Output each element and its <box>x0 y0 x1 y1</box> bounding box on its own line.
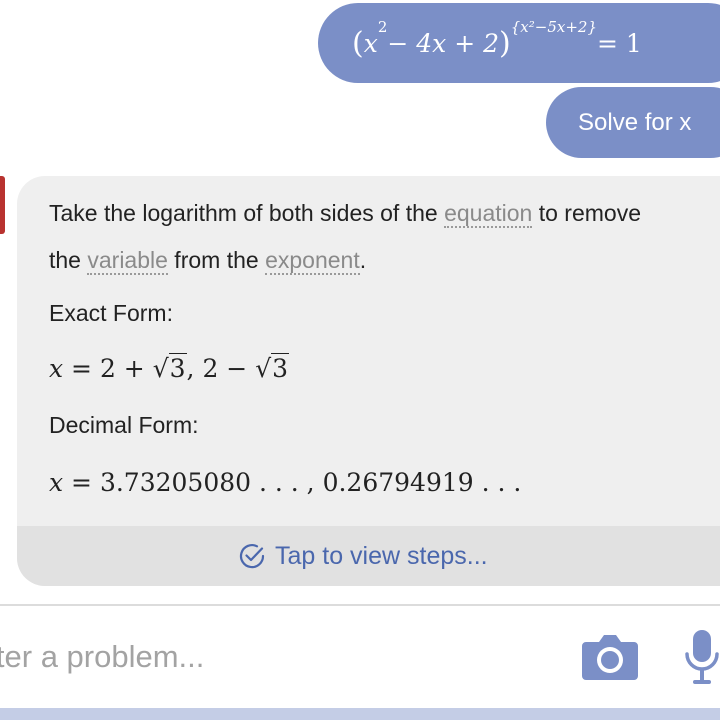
view-steps-button[interactable]: Tap to view steps... <box>237 541 488 571</box>
view-steps-label: Tap to view steps... <box>275 541 488 570</box>
equation-power: 2 <box>377 18 388 36</box>
user-equation-bubble[interactable]: ( x 2 − 4x + 2 ) {x²−5x+2} = 1 <box>318 3 720 83</box>
microphone-icon[interactable] <box>684 630 720 686</box>
equation-rest: − 4x + 2 <box>387 28 500 58</box>
term-equation-link[interactable]: equation <box>444 200 533 228</box>
equation-var: x <box>363 28 378 58</box>
decimal-form-result: x = 3.73205080 . . . , 0.26794919 . . . <box>49 468 521 497</box>
decimal-value: = 3.73205080 . . . , 0.26794919 . . . <box>63 468 522 497</box>
radicand-2: 3 <box>271 353 290 383</box>
radicand-1: 3 <box>168 353 187 383</box>
camera-icon[interactable] <box>582 632 638 680</box>
exact-var: x <box>49 354 64 383</box>
exact-sep: , 2 − <box>186 354 256 383</box>
check-circle-icon <box>239 544 265 569</box>
solve-request-text: Solve for x <box>578 108 692 136</box>
explanation-part: . <box>359 247 367 273</box>
sqrt-term-2: √3 <box>255 353 290 383</box>
solve-request-bubble[interactable]: Solve for x <box>546 87 720 158</box>
decimal-var: x <box>49 468 64 497</box>
view-steps-bar[interactable]: Tap to view steps... <box>17 526 720 586</box>
answer-card: Take the logarithm of both sides of the … <box>17 176 720 586</box>
app-tab-marker <box>0 176 5 234</box>
explanation-part: from the <box>167 247 266 273</box>
explanation-text: Take the logarithm of both sides of the … <box>49 190 649 284</box>
equation-exponent: {x²−5x+2} <box>510 18 597 36</box>
input-row <box>0 606 720 706</box>
paren-close: ) <box>499 25 511 61</box>
term-exponent-link[interactable]: exponent <box>265 247 360 275</box>
explanation-part: Take the logarithm of both sides of the <box>49 200 445 226</box>
exact-form-label: Exact Form: <box>49 300 173 326</box>
sqrt-term-1: √3 <box>152 353 187 383</box>
exact-eq: = 2 + <box>63 354 153 383</box>
bottom-toolbar-edge <box>0 708 720 720</box>
exact-form-result: x = 2 + √3, 2 − √3 <box>49 353 290 383</box>
paren-open: ( <box>352 25 364 61</box>
decimal-form-label: Decimal Form: <box>49 412 199 438</box>
chat-screen: ( x 2 − 4x + 2 ) {x²−5x+2} = 1 Solve for… <box>0 0 720 720</box>
term-variable-link[interactable]: variable <box>87 247 168 275</box>
equation-rhs: = 1 <box>597 28 642 58</box>
problem-input[interactable] <box>0 630 520 684</box>
